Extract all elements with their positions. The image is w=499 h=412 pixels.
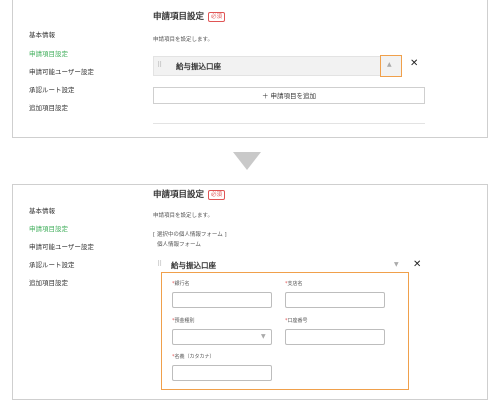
bank-name-label: *銀行名 xyxy=(172,281,190,287)
add-application-item-button[interactable]: ＋ 申請項目を追加 xyxy=(153,87,425,104)
drag-handle-icon[interactable]: ⠿ xyxy=(157,260,162,268)
add-button-label: ＋ 申請項目を追加 xyxy=(261,92,317,100)
account-type-label: *預金種別 xyxy=(172,318,195,324)
expand-toggle-button[interactable]: ▲ xyxy=(380,55,402,77)
holder-name-input[interactable] xyxy=(172,365,272,381)
application-item-row[interactable]: ⠿ 給与振込口座 xyxy=(153,56,402,76)
sidebar-item-additional-items[interactable]: 追加項目設定 xyxy=(29,277,68,287)
required-badge: 必須 xyxy=(208,189,226,200)
account-type-select[interactable]: ▼ xyxy=(172,329,272,345)
bank-account-form-panel: *銀行名 *支店名 *預金種別 ▼ *口座番号 *名義（カタカナ） xyxy=(161,272,409,390)
sidebar-item-eligible-users[interactable]: 申請可能ユーザー設定 xyxy=(29,66,94,76)
sidebar-item-additional-items[interactable]: 追加項目設定 xyxy=(29,102,68,112)
chevron-up-icon: ▲ xyxy=(387,61,392,68)
sidebar-item-approval-route[interactable]: 承認ルート設定 xyxy=(29,84,75,94)
sidebar-item-eligible-users[interactable]: 申請可能ユーザー設定 xyxy=(29,241,94,251)
sidebar-item-approval-route[interactable]: 承認ルート設定 xyxy=(29,259,75,269)
selected-form-name: 個人情報フォーム xyxy=(157,242,201,248)
sidebar-item-basic-info[interactable]: 基本情報 xyxy=(29,205,55,215)
drag-handle-icon[interactable]: ⠿ xyxy=(157,61,162,69)
bank-name-input[interactable] xyxy=(172,292,272,308)
remove-item-icon[interactable]: ✕ xyxy=(410,58,418,69)
account-number-label: *口座番号 xyxy=(285,318,308,324)
section-title-text: 申請項目設定 xyxy=(153,12,205,22)
branch-name-label: *支店名 xyxy=(285,281,303,287)
section-description: 申請項目を設定します。 xyxy=(153,213,213,219)
application-item-row[interactable]: ⠿ 給与振込口座 ▼ xyxy=(153,258,406,272)
remove-item-icon[interactable]: ✕ xyxy=(413,259,421,270)
sidebar-item-application-items[interactable]: 申請項目設定 xyxy=(29,48,68,58)
bottom-settings-panel: 基本情報 申請項目設定 申請可能ユーザー設定 承認ルート設定 追加項目設定 申請… xyxy=(12,184,488,400)
section-title-text: 申請項目設定 xyxy=(153,190,205,200)
divider xyxy=(153,123,425,124)
application-item-label: 給与振込口座 xyxy=(171,261,216,270)
application-item-label: 給与振込口座 xyxy=(176,62,221,71)
section-description: 申請項目を設定します。 xyxy=(153,37,213,43)
transition-arrow-icon xyxy=(233,152,261,170)
chevron-down-icon: ▼ xyxy=(261,333,266,340)
top-settings-panel: 基本情報 申請項目設定 申請可能ユーザー設定 承認ルート設定 追加項目設定 申請… xyxy=(12,0,488,138)
section-title: 申請項目設定 必須 xyxy=(153,188,226,200)
account-number-input[interactable] xyxy=(285,329,385,345)
required-badge: 必須 xyxy=(208,11,226,22)
sidebar-item-application-items[interactable]: 申請項目設定 xyxy=(29,223,68,233)
selected-form-caption: [ 選択中の個人情報フォーム ] xyxy=(153,232,227,238)
branch-name-input[interactable] xyxy=(285,292,385,308)
chevron-down-icon[interactable]: ▼ xyxy=(394,261,399,268)
sidebar-item-basic-info[interactable]: 基本情報 xyxy=(29,29,55,39)
section-title: 申請項目設定 必須 xyxy=(153,10,226,22)
holder-name-label: *名義（カタカナ） xyxy=(172,354,215,360)
